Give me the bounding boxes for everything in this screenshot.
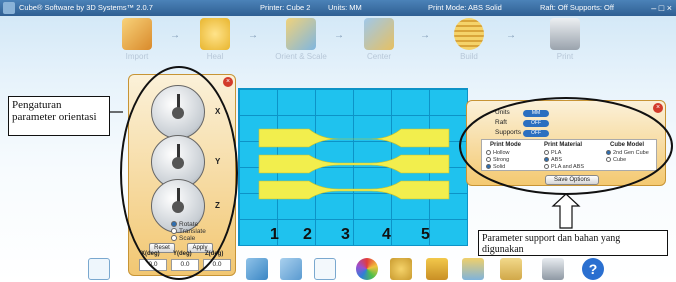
close-icon[interactable]: × <box>653 103 663 113</box>
app-title: Cube® Software by 3D Systems™ 2.0.7 <box>19 3 153 12</box>
arrow-icon: → <box>506 30 516 41</box>
units-toggle[interactable]: MM <box>523 110 549 117</box>
window-controls[interactable]: – □ × <box>651 3 672 13</box>
close-icon[interactable]: × <box>223 77 233 87</box>
step-center[interactable]: Center <box>344 18 414 61</box>
tensile-specimen-2 <box>258 154 450 174</box>
title-bar: Cube® Software by 3D Systems™ 2.0.7 Prin… <box>0 0 676 16</box>
print-mode-header: Print Mode <box>490 142 521 148</box>
workflow-steps: Import → Heal → Orient & Scale → Center … <box>0 16 676 68</box>
print-mode-solid[interactable]: Solid <box>486 164 505 170</box>
model-cube[interactable]: Cube <box>606 157 626 163</box>
raft-label: Raft <box>495 119 507 126</box>
material-abs[interactable]: ABS <box>544 157 562 163</box>
callout-support-material: Parameter support dan bahan yang digunak… <box>478 230 668 256</box>
supports-label: Supports <box>495 129 522 136</box>
import-icon <box>122 18 152 50</box>
raft-toggle[interactable]: OFF <box>523 120 549 127</box>
specimen-layer <box>258 128 450 200</box>
step-import[interactable]: Import <box>102 18 172 61</box>
figure-small-icon[interactable] <box>500 258 522 280</box>
print-material-header: Print Material <box>544 142 583 148</box>
heal-icon <box>200 18 230 50</box>
units-status: Units: MM <box>328 3 362 12</box>
multi-figure-icon[interactable] <box>462 258 484 280</box>
specimen-number-2: 2 <box>303 226 312 243</box>
supports-toggle[interactable]: OFF <box>523 130 549 137</box>
tensile-specimen-3 <box>258 180 450 200</box>
center-icon <box>364 18 394 50</box>
help-icon[interactable]: ? <box>582 258 604 280</box>
cube-software-window: Cube® Software by 3D Systems™ 2.0.7 Prin… <box>0 0 676 282</box>
raft-supports-status: Raft: Off Supports: Off <box>540 3 614 12</box>
view-top-icon[interactable] <box>280 258 302 280</box>
build-plate[interactable] <box>238 88 468 246</box>
arrow-icon: → <box>248 30 258 41</box>
view-side-icon[interactable] <box>246 258 268 280</box>
print-mode-hollow[interactable]: Hollow <box>486 150 510 156</box>
callout-orientation: Pengaturan parameter orientasi <box>8 96 110 136</box>
specimen-number-5: 5 <box>421 226 430 243</box>
print-mode-strong[interactable]: Strong <box>486 157 509 163</box>
step-orient-scale[interactable]: Orient & Scale <box>266 18 336 61</box>
arrow-icon: → <box>420 30 430 41</box>
model-2nd-gen-cube[interactable]: 2nd Gen Cube <box>606 150 649 156</box>
app-logo-icon <box>3 2 15 14</box>
arrow-icon: → <box>170 30 180 41</box>
figure-icon[interactable] <box>426 258 448 280</box>
specimen-number-1: 1 <box>270 226 279 243</box>
annotation-arrow <box>551 193 581 229</box>
step-heal[interactable]: Heal <box>180 18 250 61</box>
bottom-toolbar: ? <box>0 256 676 282</box>
annotation-oval <box>120 66 238 280</box>
step-print[interactable]: Print <box>530 18 600 61</box>
print-mode-status: Print Mode: ABS Solid <box>428 3 502 12</box>
options-panel: × Units MM Raft OFF Supports OFF Print M… <box>466 100 666 186</box>
color-wheel-icon[interactable] <box>356 258 378 280</box>
units-label: Units <box>495 109 510 116</box>
specimen-number-4: 4 <box>382 226 391 243</box>
tensile-specimen-1 <box>258 128 450 148</box>
arrow-icon: → <box>334 30 344 41</box>
printer-status: Printer: Cube 2 <box>260 3 311 12</box>
view-front-icon[interactable] <box>88 258 110 280</box>
save-options-button[interactable]: Save Options <box>545 175 599 185</box>
printer-setup-icon[interactable] <box>542 258 564 280</box>
build-pattern-icon[interactable] <box>390 258 412 280</box>
material-pla-and-abs[interactable]: PLA and ABS <box>544 164 584 170</box>
view-iso-icon[interactable] <box>314 258 336 280</box>
build-icon <box>454 18 484 50</box>
specimen-number-3: 3 <box>341 226 350 243</box>
print-settings-box: Print Mode Hollow Strong Solid Print Mat… <box>481 139 657 171</box>
print-icon <box>550 18 580 50</box>
material-pla[interactable]: PLA <box>544 150 561 156</box>
cube-model-header: Cube Model <box>610 142 644 148</box>
orient-scale-icon <box>286 18 316 50</box>
step-build[interactable]: Build <box>434 18 504 61</box>
